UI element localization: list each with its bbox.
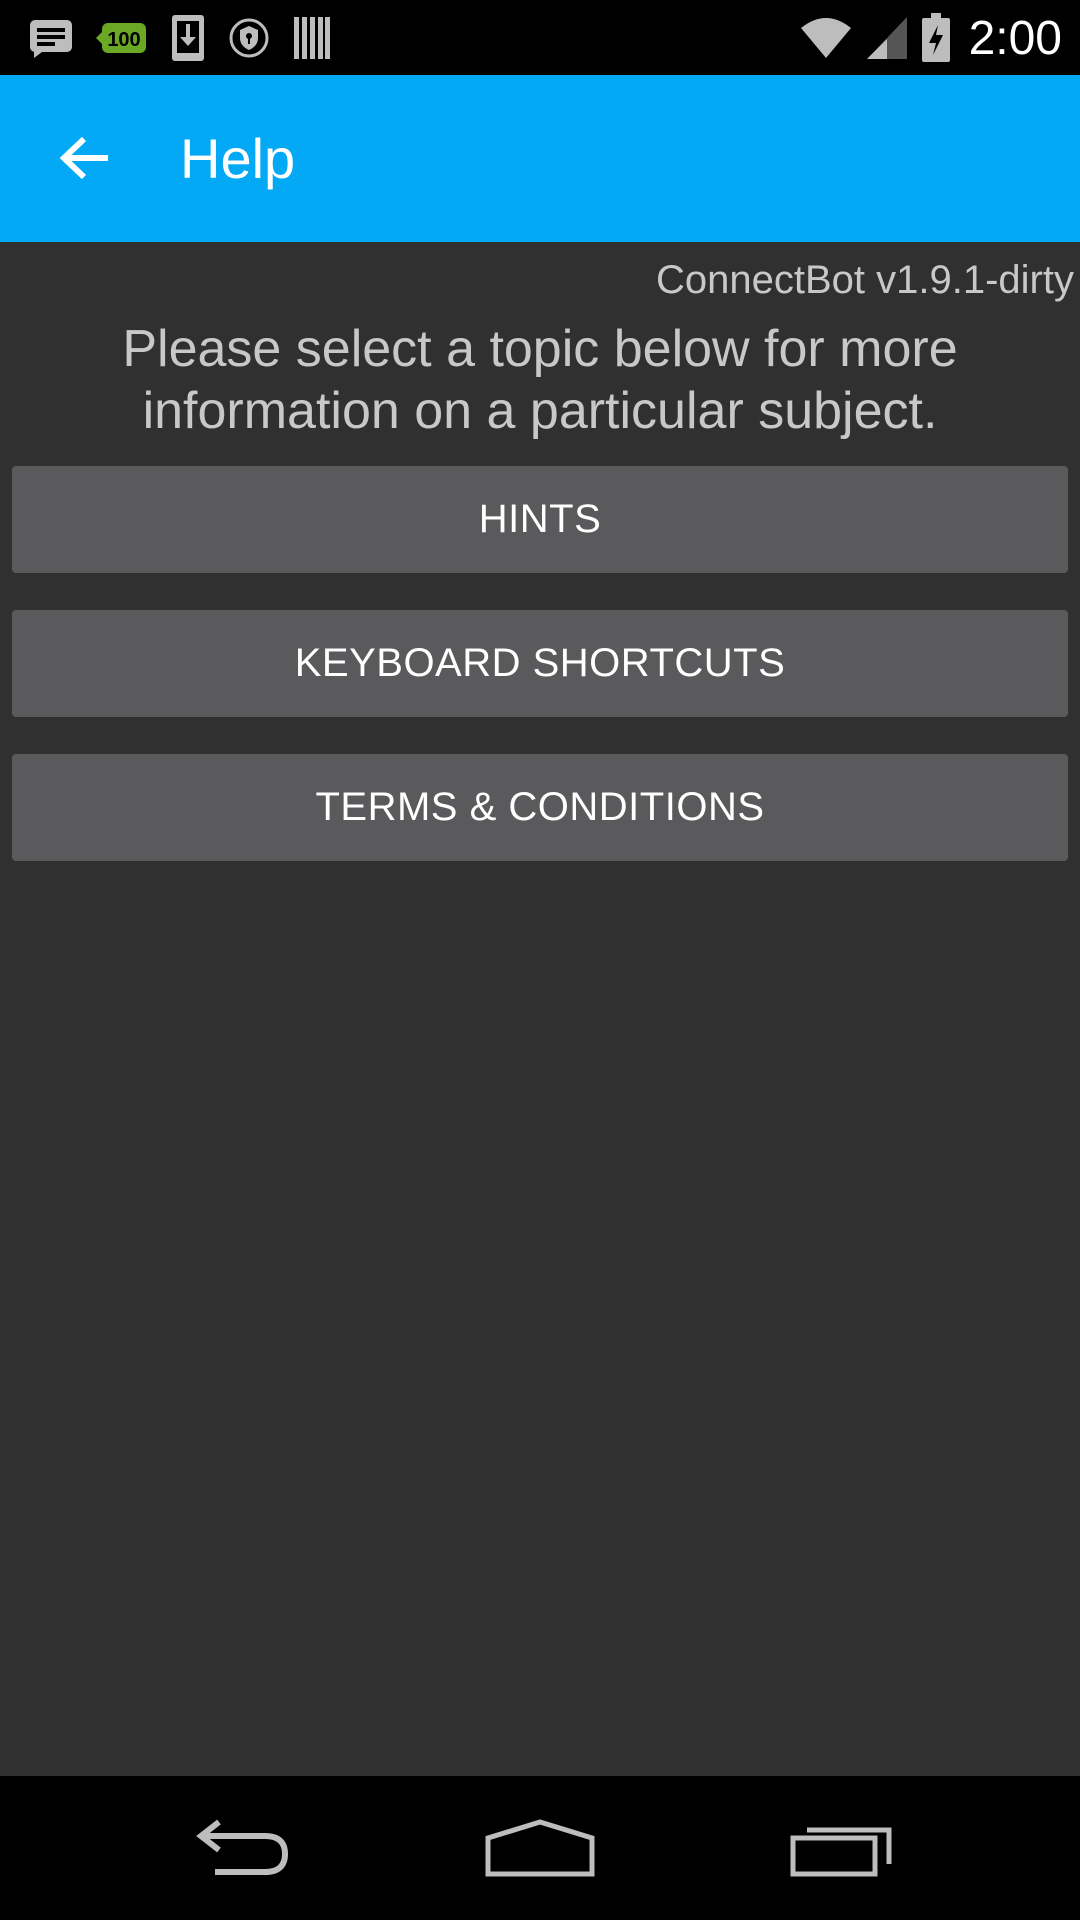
status-left-icons: 100 [28,12,332,64]
terms-conditions-button[interactable]: TERMS & CONDITIONS [12,754,1068,861]
nav-home-button[interactable] [470,1798,610,1898]
nav-back-icon [196,1819,289,1875]
intro-text: Please select a topic below for more inf… [122,320,958,440]
hints-button[interactable]: HINTS [12,466,1068,573]
page-title: Help [180,127,296,190]
nav-back-button[interactable] [170,1798,310,1898]
app-bar: Help [0,75,1080,242]
nav-home-icon [485,1819,595,1877]
nav-recents-button[interactable] [773,1798,913,1898]
version-label: ConnectBot v1.9.1-dirty [656,258,1074,302]
signal-icon [865,15,909,61]
status-bar: 100 2:00 [0,0,1080,75]
download-icon [170,13,206,63]
wifi-icon [799,16,853,60]
keyboard-shortcuts-button[interactable]: KEYBOARD SHORTCUTS [12,610,1068,717]
battery-badge-text: 100 [107,29,140,51]
battery-charging-icon [921,13,951,63]
help-screen: 100 2:00 Help ConnectBot v1.9.1-dirty Pl… [0,0,1080,1920]
back-button[interactable] [40,113,130,203]
status-time: 2:00 [968,11,1062,65]
notification-text-icon [28,18,74,58]
battery-100-badge-icon: 100 [96,20,148,56]
navigation-bar [0,1776,1080,1920]
barcode-icon [292,15,332,61]
status-right-icons: 2:00 [799,10,1062,66]
vpn-shield-icon [228,17,270,59]
arrow-back-icon [59,136,108,180]
nav-recents-icon [790,1827,892,1877]
